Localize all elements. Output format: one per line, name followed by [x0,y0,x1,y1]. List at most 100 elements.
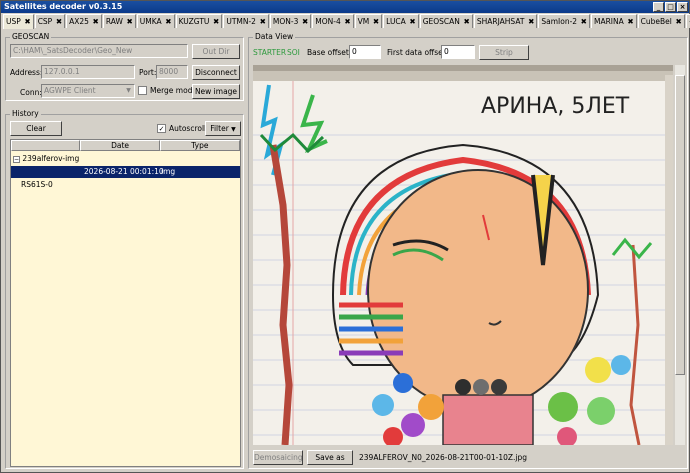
address-label: Address: [10,68,43,77]
close-icon[interactable]: ✖ [299,17,308,26]
tab-cubebel[interactable]: CubeBel ✖ [637,14,685,28]
maximize-button[interactable]: □ [665,2,676,12]
autoscroll-label: Autoscroll [169,124,207,133]
column-header-type[interactable]: Type [159,140,240,151]
tab-geoscan[interactable]: GEOSCAN ✖ [419,14,473,28]
close-icon[interactable]: ✖ [578,17,587,26]
column-header-date[interactable]: Date [80,140,160,151]
merge-mode-label: Merge mode [150,86,198,95]
history-list[interactable]: Date Type − 239alferov-img 2026-08-21 00… [10,139,241,467]
tab-vm[interactable]: VM ✖ [354,14,383,28]
first-offset-input[interactable]: 0 [441,45,475,59]
geoscan-group-title: GEOSCAN [10,32,52,41]
tab-label: UTMN-2 [226,17,256,26]
port-input[interactable]: 8000 [156,65,188,79]
history-group-row[interactable]: − 239alferov-img [11,153,240,165]
row-date: 2026-08-21 00:01:10 [84,167,164,176]
tab-usp[interactable]: USP ✖ [3,14,34,29]
out-dir-path-input[interactable]: C:\HAM\_SatsDecoder\Geo_New [10,44,188,58]
close-icon[interactable]: ✖ [625,17,633,26]
address-input[interactable]: 127.0.0.1 [41,65,135,79]
tab-label: RAW [105,17,123,26]
history-group: History Clear ✓ Autoscroll Filter ▼ Date… [5,109,244,469]
data-view-group-title: Data View [253,32,296,41]
image-filename: 239ALFEROV_N0_2026-08-21T00-01-10Z.jpg [359,453,528,462]
close-icon[interactable]: ✖ [257,17,266,26]
geoscan-group: GEOSCAN C:\HAM\_SatsDecoder\Geo_New Out … [5,32,244,101]
tab-label: GEOSCAN [422,17,460,26]
data-view-group: Data View STARTER SOI Base offset: 0 Fir… [248,32,688,469]
starter-indicator: STARTER [253,48,287,57]
close-button[interactable]: × [677,2,688,12]
filter-button[interactable]: Filter ▼ [205,121,241,136]
demosaicing-button[interactable]: Demosaicing [253,450,303,465]
tab-sharjahsat[interactable]: SHARJAHSAT ✖ [473,14,538,28]
tab-label: LUCA [386,17,406,26]
image-viewer[interactable]: АРИНА, 5ЛЕТ [253,65,673,445]
window-title: Satellites decoder v0.3.15 [4,2,123,11]
merge-mode-checkbox[interactable] [138,86,147,95]
tab-label: UMKA [139,17,162,26]
chevron-down-icon: ▼ [231,126,236,133]
tab-label: MON-4 [315,17,341,26]
disconnect-button[interactable]: Disconnect [192,65,240,80]
filter-label: Filter [210,124,229,133]
close-icon[interactable]: ✖ [673,17,681,26]
close-icon[interactable]: ✖ [342,17,350,26]
tab-kuzgtu[interactable]: KUZGTU ✖ [175,14,223,28]
close-icon[interactable]: ✖ [22,17,30,26]
conn-select[interactable]: AGWPE Client ▼ [41,84,135,98]
base-offset-input[interactable]: 0 [349,45,381,59]
first-offset-label: First data offset: [387,48,449,57]
close-icon[interactable]: ✖ [163,17,171,26]
close-icon[interactable]: ✖ [525,17,534,26]
out-dir-button[interactable]: Out Dir [192,44,240,59]
strip-button[interactable]: Strip [479,45,529,60]
minimize-button[interactable]: _ [653,2,664,12]
tab-csp[interactable]: CSP ✖ [34,14,66,28]
autoscroll-checkbox[interactable]: ✓ [157,124,166,133]
title-bar: Satellites decoder v0.3.15 _ □ × [1,1,689,13]
conn-select-value: AGWPE Client [44,86,96,95]
history-group-title: History [10,109,41,118]
close-icon[interactable]: ✖ [407,17,415,26]
port-label: Port: [139,68,157,77]
base-offset-label: Base offset: [307,48,352,57]
close-icon[interactable]: ✖ [53,17,62,26]
close-icon[interactable]: ✖ [210,17,219,26]
table-row[interactable]: 2026-08-21 00:01:10 img [11,166,240,178]
scrollbar-thumb[interactable] [675,75,685,375]
tab-luca[interactable]: LUCA ✖ [383,14,419,28]
collapse-icon[interactable]: − [13,156,20,163]
tab-label: MON-3 [272,17,299,26]
tab-ax25[interactable]: AX25 ✖ [66,14,102,28]
chevron-down-icon: ▼ [124,86,133,96]
tab-marina[interactable]: MARINA ✖ [590,14,637,28]
clear-button[interactable]: Clear [10,121,62,136]
tab-label: VM [357,17,370,26]
tab-mon-3[interactable]: MON-3 ✖ [269,14,312,28]
vertical-scrollbar[interactable] [675,65,685,445]
close-icon[interactable]: ✖ [124,17,133,26]
row-type: img [161,167,176,176]
tab-label: CubeBel [640,17,672,26]
close-icon[interactable]: ✖ [90,17,99,26]
tab-utmn-2[interactable]: UTMN-2 ✖ [223,14,269,28]
column-header-name[interactable] [11,140,81,151]
tab-umka[interactable]: UMKA ✖ [136,14,175,28]
table-row[interactable]: RS61S-0 [11,179,240,191]
tab-raw[interactable]: RAW ✖ [102,14,136,28]
save-as-button[interactable]: Save as [307,450,353,465]
history-list-header: Date Type [11,140,240,151]
tab-mon-4[interactable]: MON-4 ✖ [312,14,354,28]
tab--[interactable]: + ✖ [685,14,690,28]
new-image-button[interactable]: New image [192,84,240,99]
close-icon[interactable]: ✖ [461,17,470,26]
tab-label: KUZGTU [178,17,210,26]
decoded-image: АРИНА, 5ЛЕТ [253,65,673,445]
history-group-name: 239alferov-img [22,154,80,163]
tab-label: CSP [37,17,53,26]
drawing-caption: АРИНА, 5ЛЕТ [481,94,630,119]
tab-samion-2[interactable]: SamIon-2 ✖ [538,14,590,28]
close-icon[interactable]: ✖ [370,17,379,26]
